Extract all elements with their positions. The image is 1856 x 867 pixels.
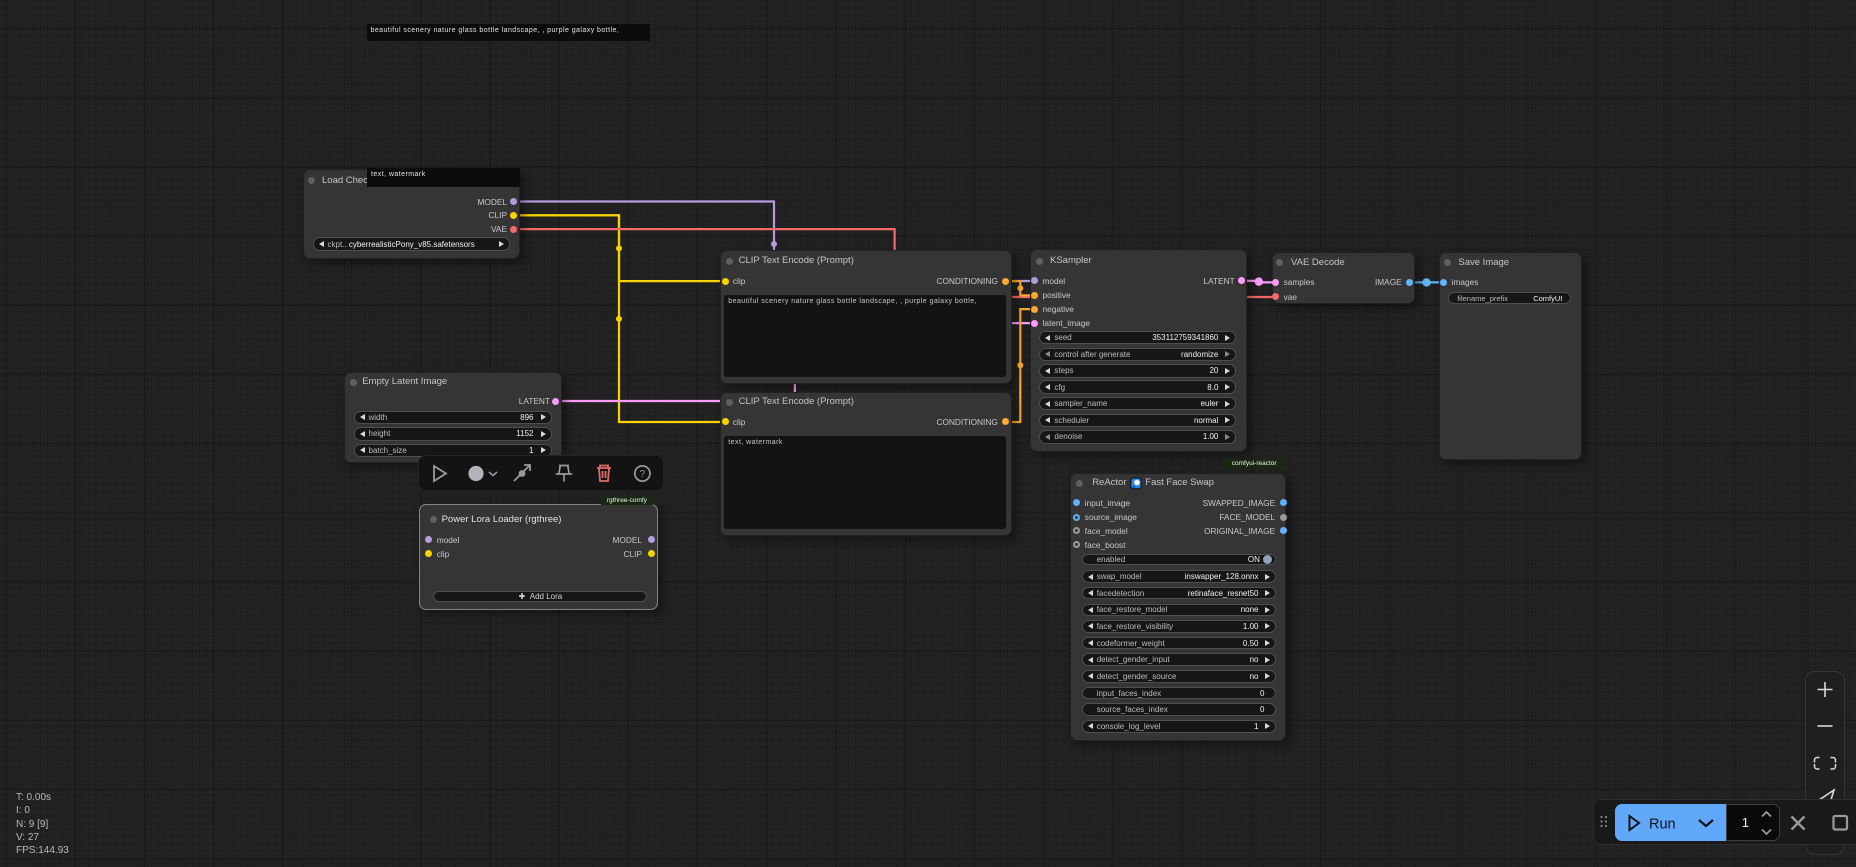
- svg-text:Run: Run: [1649, 816, 1676, 832]
- svg-text:?: ?: [639, 469, 645, 480]
